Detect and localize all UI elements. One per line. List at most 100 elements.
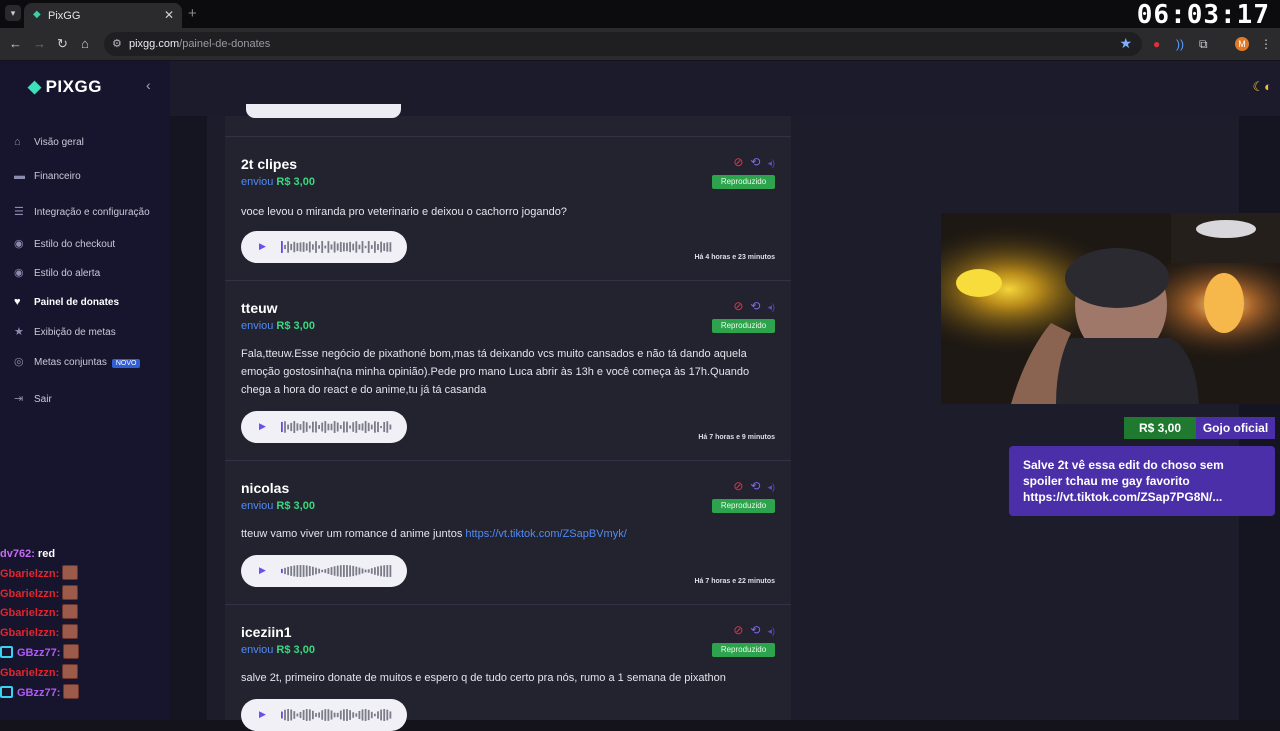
sidebar-item-sair[interactable]: ⇥ Sair — [14, 392, 52, 410]
block-icon[interactable]: ⊘ — [733, 155, 743, 169]
waveform-bar — [389, 424, 392, 430]
chat-text: red — [37, 548, 56, 560]
waveform-bar — [308, 709, 311, 721]
waveform-bar — [296, 565, 299, 577]
waveform-bar — [352, 243, 355, 251]
close-tab-icon[interactable]: ✕ — [164, 8, 174, 22]
block-icon[interactable]: ⊘ — [733, 623, 743, 637]
volume-icon[interactable]: ◂) — [767, 302, 775, 312]
waveform-bar — [327, 568, 330, 574]
play-icon[interactable]: ▶ — [259, 709, 266, 720]
tab-search-icon[interactable]: ▾ — [5, 5, 21, 21]
waveform-bar — [355, 713, 358, 717]
block-icon[interactable]: ⊘ — [733, 299, 743, 313]
back-icon[interactable]: ← — [9, 36, 22, 51]
donation-sent: enviou R$ 3,00 — [241, 500, 315, 512]
waveform-bar — [324, 709, 327, 721]
waveform-bar — [339, 242, 342, 252]
replay-icon[interactable]: ⟲ — [750, 299, 760, 313]
waveform-bar — [302, 710, 305, 720]
sidebar-item-integracao[interactable]: ☰ Integração e configuração — [14, 205, 150, 223]
browser-menu-icon[interactable]: ⋮ — [1260, 37, 1272, 51]
sidebar-item-estilo-checkout[interactable]: ◉ Estilo do checkout — [14, 237, 115, 255]
collapse-sidebar-icon[interactable]: ‹ — [146, 77, 151, 93]
reload-icon[interactable]: ↻ — [57, 36, 68, 52]
replay-icon[interactable]: ⟲ — [750, 623, 760, 637]
donation-amount: R$ 3,00 — [276, 320, 315, 332]
replay-icon[interactable]: ⟲ — [750, 479, 760, 493]
tab-title: PixGG — [48, 10, 81, 22]
sidebar-item-metas-conjuntas[interactable]: ◎ Metas conjuntas NOVO — [14, 355, 141, 373]
waveform-bar — [361, 241, 364, 253]
pixgg-favicon-icon: ◆ — [33, 9, 41, 20]
volume-icon[interactable]: ◂) — [767, 158, 775, 168]
chat-message: Gbarielzzn: — [0, 663, 170, 684]
waveform-bar — [312, 566, 314, 576]
chat-badge-icon — [0, 685, 13, 698]
chat-message: Gbarielzzn: — [0, 564, 170, 585]
extension-audio-icon[interactable]: )) — [1176, 37, 1184, 51]
waveform-bar — [299, 242, 302, 252]
donor-name: nicolas — [241, 480, 290, 496]
replay-icon[interactable]: ⟲ — [750, 155, 760, 169]
play-icon[interactable]: ▶ — [259, 565, 266, 576]
pixgg-logo[interactable]: ◆ PIXGG — [28, 77, 102, 97]
volume-icon[interactable]: ◂) — [767, 482, 775, 492]
chat-username: Gbarielzzn: — [0, 607, 60, 620]
play-icon[interactable]: ▶ — [259, 241, 266, 252]
settings-icon: ☰ — [14, 206, 24, 218]
audio-player[interactable]: ▶ — [241, 555, 407, 587]
home-icon[interactable]: ⌂ — [81, 36, 89, 51]
waveform-bar — [324, 245, 327, 249]
sidebar-item-exibicao-metas[interactable]: ★ Exibição de metas — [14, 325, 116, 343]
waveform-bar — [296, 423, 299, 431]
sidebar-item-financeiro[interactable]: ▬ Financeiro — [14, 170, 81, 188]
target-icon: ◎ — [14, 356, 24, 368]
waveform-bar — [386, 421, 389, 433]
waveform-bar — [293, 421, 296, 433]
waveform-bar — [315, 567, 317, 575]
waveform-bar — [281, 711, 283, 719]
waveform-bar — [315, 421, 317, 433]
chat-message: GBzz77: — [0, 643, 170, 664]
audio-player[interactable]: ▶ — [241, 411, 407, 443]
waveform-bar — [361, 709, 364, 721]
home-icon: ⌂ — [14, 136, 21, 148]
bookmark-star-icon[interactable]: ★ — [1119, 35, 1132, 52]
waveform-bar — [321, 569, 324, 573]
sidebar-item-estilo-alerta[interactable]: ◉ Estilo do alerta — [14, 266, 100, 284]
site-info-icon[interactable]: ⚙ — [112, 37, 122, 50]
url-field[interactable]: ⚙ pixgg.com/painel-de-donates ★ — [104, 32, 1142, 56]
profile-avatar[interactable]: M — [1235, 37, 1249, 51]
waveform-bar — [349, 241, 351, 253]
block-icon[interactable]: ⊘ — [733, 479, 743, 493]
chat-username: dv762: — [0, 548, 35, 560]
url-path: /painel-de-donates — [179, 38, 271, 50]
donation-link[interactable]: https://vt.tiktok.com/ZSapBVmyk/ — [465, 528, 626, 540]
forward-icon[interactable]: → — [33, 36, 46, 51]
browser-tab[interactable]: ◆ PixGG ✕ — [24, 3, 182, 28]
donation-sent: enviou R$ 3,00 — [241, 644, 315, 656]
new-tab-icon[interactable]: + — [188, 5, 197, 22]
donor-name: 2t clipes — [241, 156, 298, 172]
waveform-bar — [358, 710, 361, 720]
waveform-bar — [358, 424, 361, 430]
waveform-bar — [290, 422, 293, 432]
extensions-puzzle-icon[interactable]: ⧉ — [1199, 37, 1208, 52]
waveform-bar — [389, 242, 392, 252]
theme-toggle-icon[interactable]: ☾◐ — [1252, 79, 1272, 95]
waveform-bar — [346, 709, 348, 721]
waveform-bar — [290, 566, 293, 576]
chat-emote-icon — [62, 624, 79, 640]
volume-icon[interactable]: ◂) — [767, 626, 775, 636]
audio-player[interactable]: ▶ — [241, 699, 407, 731]
waveform-bar — [367, 569, 370, 573]
sidebar-item-visao-geral[interactable]: ⌂ Visão geral — [14, 136, 84, 154]
audio-player-partial[interactable] — [246, 104, 401, 118]
audio-player[interactable]: ▶ — [241, 231, 407, 263]
waveform-bar — [343, 242, 345, 252]
sidebar-item-painel-donates[interactable]: ♥ Painel de donates — [14, 296, 119, 314]
donor-name: tteuw — [241, 300, 278, 316]
play-icon[interactable]: ▶ — [259, 421, 266, 432]
extension-icon[interactable]: ● — [1153, 37, 1160, 51]
